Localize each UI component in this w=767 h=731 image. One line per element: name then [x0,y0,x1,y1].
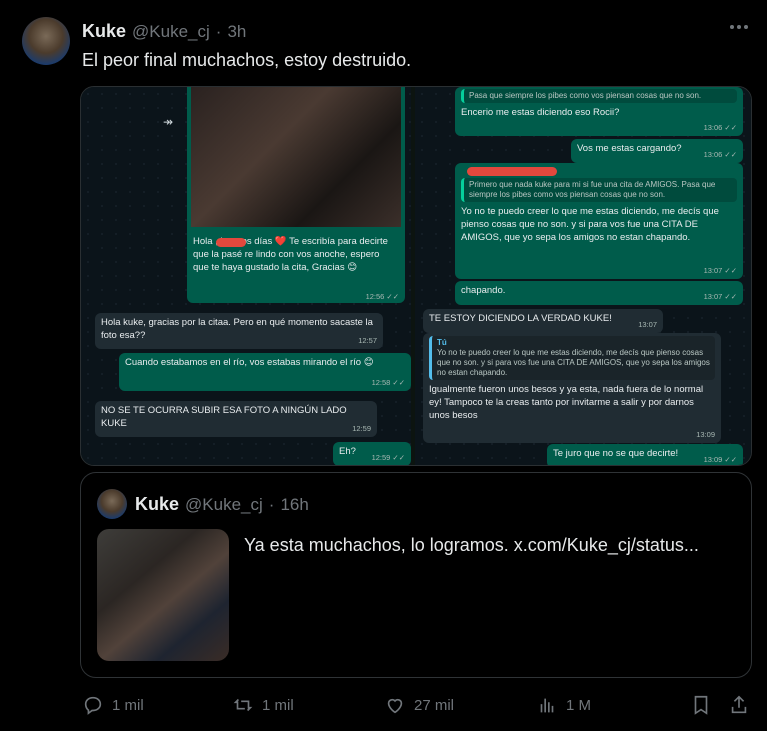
quoted-avatar [97,489,127,519]
main-time: 12:56 ✓✓ [365,292,399,301]
views-button[interactable]: 1 M [536,694,591,716]
views-icon [540,698,554,713]
chat-screenshot-right: Pasa que siempre los pibes como vos pien… [415,87,751,465]
r-message-6: Tú Yo no te puedo creer lo que me estas … [423,333,721,443]
redaction-bar [467,167,557,176]
quoted-tweet[interactable]: Kuke @Kuke_cj · 16h Ya esta muchachos, l… [80,472,752,678]
share-icon[interactable] [728,694,750,716]
ellipsis-icon[interactable] [728,16,750,38]
message-1: Hola kuke, gracias por la citaa. Pero en… [95,313,383,349]
separator: · [215,22,222,41]
quoted-handle: @Kuke_cj [185,495,263,514]
r-message-4: chapando. 13:07 ✓✓ [455,281,743,305]
quoted-header: Kuke @Kuke_cj · 16h [135,494,309,515]
r-message-5: TE ESTOY DICIENDO LA VERDAD KUKE! 13:07 [423,309,663,333]
redaction-bar [216,238,246,247]
reply-button[interactable]: 1 mil [82,694,144,716]
bookmark-icon[interactable] [690,694,712,716]
message-3: NO SE TE OCURRA SUBIR ESA FOTO A NINGÚN … [95,401,377,437]
tweet-media[interactable]: ↠ Hola , buenos días ❤️ Te escribía para… [80,86,752,466]
reply-icon [84,696,102,715]
timestamp[interactable]: 3h [227,22,246,42]
message-2: Cuando estabamos en el río, vos estabas … [119,353,411,391]
chat-screenshot-left: ↠ Hola , buenos días ❤️ Te escribía para… [81,87,411,465]
tweet-header: Kuke @Kuke_cj · 3h [82,21,246,42]
like-icon [387,698,403,714]
repost-button[interactable]: 1 mil [232,694,294,716]
quoted-text: Ya esta muchachos, lo logramos. x.com/Ku… [244,535,699,555]
message-4: Eh? 12:59 ✓✓ [333,442,411,465]
r-message-7: Te juro que no se que decirte! 13:09 ✓✓ [547,444,743,465]
quoted-display-name: Kuke [135,494,180,514]
forward-icon: ↠ [163,115,174,129]
repost-icon [233,698,253,712]
handle[interactable]: @Kuke_cj [132,22,210,42]
quoted-timestamp: 16h [280,495,309,514]
r-message-3: Primero que nada kuke para mi si fue una… [455,163,743,279]
quoted-separator: · [268,495,275,514]
r-message-2: Vos me estas cargando? 13:06 ✓✓ [571,139,743,163]
avatar[interactable] [22,17,70,65]
photo-bubble: Hola , buenos días ❤️ Te escribía para d… [187,87,405,303]
display-name[interactable]: Kuke [82,21,126,42]
tweet-text: El peor final muchachos, estoy destruido… [82,50,412,70]
chat-photo [191,87,401,227]
r-message-1: Pasa que siempre los pibes como vos pien… [455,87,743,136]
quoted-thumbnail [97,529,229,661]
like-button[interactable]: 27 mil [384,694,454,716]
